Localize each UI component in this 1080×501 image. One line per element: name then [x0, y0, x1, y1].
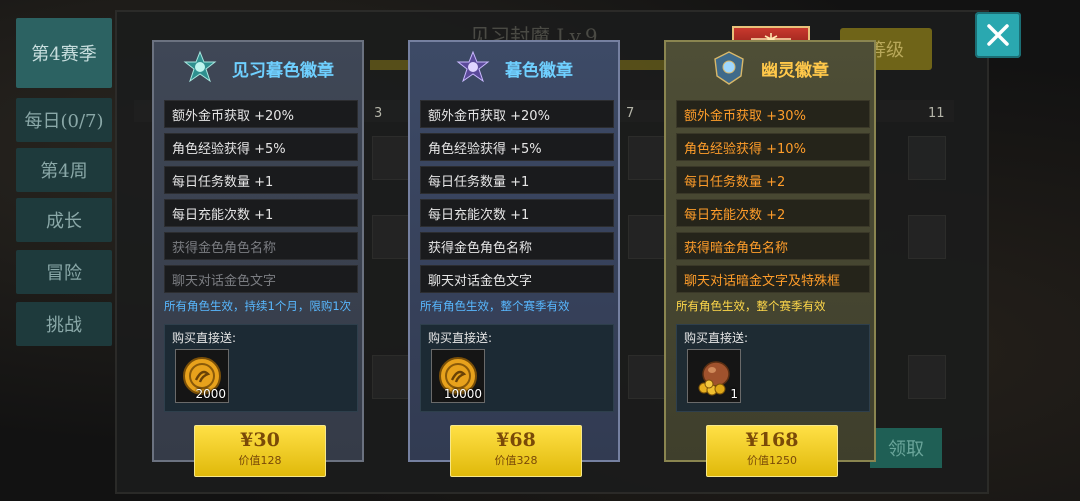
column-number: 7 — [626, 106, 635, 121]
perk-row: 聊天对话金色文字 — [420, 265, 614, 293]
gift-label: 购买直接送: — [428, 331, 493, 345]
buy-value: 价值128 — [238, 454, 282, 467]
perk-row: 额外金币获取 +20% — [420, 100, 614, 128]
nav-item-challenge[interactable]: 挑战 — [16, 302, 112, 346]
perk-row: 每日任务数量 +1 — [164, 166, 358, 194]
gift-item[interactable]: 1 — [687, 349, 741, 403]
perk-row: 每日充能次数 +2 — [676, 199, 870, 227]
perk-row: 每日任务数量 +2 — [676, 166, 870, 194]
badge-card-ghost: 幽灵徽章 额外金币获取 +30% 角色经验获得 +10% 每日任务数量 +2 每… — [664, 40, 876, 477]
close-button[interactable] — [975, 12, 1021, 58]
perk-row: 额外金币获取 +20% — [164, 100, 358, 128]
perk-row: 每日充能次数 +1 — [420, 199, 614, 227]
gift-box: 购买直接送: 2000 — [164, 324, 358, 412]
nav-item-adventure[interactable]: 冒险 — [16, 250, 112, 294]
card-note: 所有角色生效，整个赛季有效 — [420, 299, 570, 313]
gift-item[interactable]: 2000 — [175, 349, 229, 403]
perk-row: 获得金色角色名称 — [164, 232, 358, 260]
card-title: 幽灵徽章 — [761, 60, 829, 81]
perk-row: 角色经验获得 +10% — [676, 133, 870, 161]
buy-value: 价值1250 — [747, 454, 797, 467]
reward-tile — [628, 136, 666, 180]
card-header: 幽灵徽章 — [666, 42, 874, 94]
gift-quantity: 10000 — [443, 387, 482, 401]
claim-button[interactable]: 领取 — [870, 428, 942, 468]
reward-tile — [372, 136, 410, 180]
gift-quantity: 2000 — [195, 387, 226, 401]
perk-row: 角色经验获得 +5% — [164, 133, 358, 161]
card-note: 所有角色生效，持续1个月，限购1次 — [164, 299, 352, 313]
nav-item-growth[interactable]: 成长 — [16, 198, 112, 242]
nav-item-week[interactable]: 第4周 — [16, 148, 112, 192]
column-number: 11 — [928, 106, 945, 121]
nav-item-daily[interactable]: 每日(0/7) — [16, 98, 112, 142]
buy-button[interactable]: ¥68 价值328 — [450, 425, 582, 477]
buy-price: ¥68 — [496, 429, 536, 451]
close-icon — [987, 24, 1009, 46]
perk-row: 获得金色角色名称 — [420, 232, 614, 260]
gift-label: 购买直接送: — [684, 331, 749, 345]
gift-box: 购买直接送: 10000 — [420, 324, 614, 412]
gift-box: 购买直接送: 1 — [676, 324, 870, 412]
card-title: 见习暮色徽章 — [232, 60, 334, 81]
perk-row: 每日任务数量 +1 — [420, 166, 614, 194]
perk-row: 每日充能次数 +1 — [164, 199, 358, 227]
badge-emblem-icon — [456, 50, 490, 83]
reward-tile — [908, 355, 946, 399]
gift-item[interactable]: 10000 — [431, 349, 485, 403]
buy-price: ¥30 — [240, 429, 280, 451]
badge-card-dusk: 暮色徽章 额外金币获取 +20% 角色经验获得 +5% 每日任务数量 +1 每日… — [408, 40, 620, 477]
reward-tile — [628, 215, 666, 259]
card-note: 所有角色生效，整个赛季有效 — [676, 299, 826, 313]
card-title: 暮色徽章 — [505, 60, 573, 81]
perk-row: 聊天对话金色文字 — [164, 265, 358, 293]
card-header: 见习暮色徽章 — [154, 42, 362, 94]
gift-label: 购买直接送: — [172, 331, 237, 345]
column-number: 3 — [374, 106, 383, 121]
buy-value: 价值328 — [494, 454, 538, 467]
perk-row: 聊天对话暗金文字及特殊框 — [676, 265, 870, 293]
reward-tile — [908, 136, 946, 180]
buy-button[interactable]: ¥168 价值1250 — [706, 425, 838, 477]
reward-tile — [908, 215, 946, 259]
card-header: 暮色徽章 — [410, 42, 618, 94]
perk-row: 角色经验获得 +5% — [420, 133, 614, 161]
perk-row: 获得暗金角色名称 — [676, 232, 870, 260]
gift-quantity: 1 — [730, 387, 738, 401]
reward-tile — [372, 355, 410, 399]
perk-row: 额外金币获取 +30% — [676, 100, 870, 128]
badge-emblem-icon — [183, 50, 217, 83]
buy-button[interactable]: ¥30 价值128 — [194, 425, 326, 477]
buy-price: ¥168 — [745, 429, 799, 451]
badge-emblem-icon — [714, 51, 744, 85]
badge-card-apprentice-dusk: 见习暮色徽章 额外金币获取 +20% 角色经验获得 +5% 每日任务数量 +1 … — [152, 40, 364, 477]
nav-item-season[interactable]: 第4赛季 — [16, 18, 112, 88]
reward-tile — [628, 355, 666, 399]
reward-tile — [372, 215, 410, 259]
